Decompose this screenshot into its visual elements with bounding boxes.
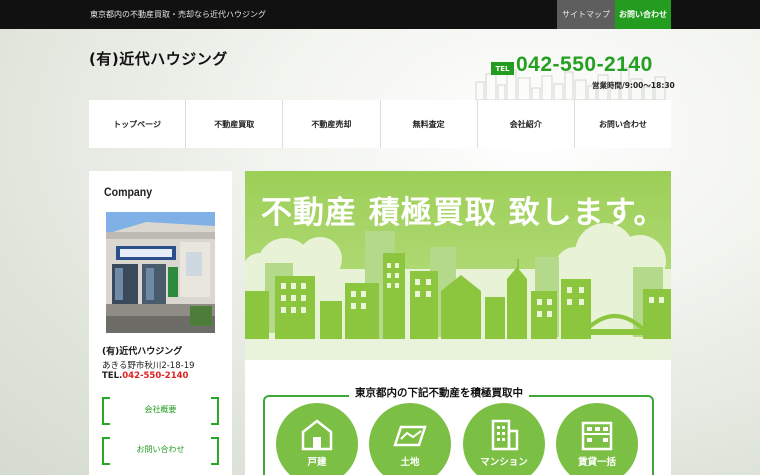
- main-navigation: トップページ 不動産買取 不動産売却 無料査定 会社紹介 お問い合わせ: [89, 100, 671, 148]
- nav-item-free-appraisal[interactable]: 無料査定: [381, 100, 478, 148]
- house-icon: [301, 419, 333, 451]
- business-hours: 営業時間/9:00～18:30: [592, 81, 675, 90]
- sitemap-button[interactable]: サイトマップ: [557, 0, 615, 29]
- land-icon: [393, 425, 427, 447]
- storefront-photo: [106, 212, 215, 333]
- category-label: 土地: [400, 457, 420, 468]
- hero-title: 不動産 積極買取 致します。: [261, 195, 666, 231]
- header-phone-number[interactable]: 042-550-2140: [516, 53, 653, 77]
- site-title[interactable]: (有)近代ハウジング: [89, 48, 228, 69]
- sidebar-address: あきる野市秋川2-18-19: [102, 361, 195, 371]
- category-rental-bulk[interactable]: 賃貸一括: [556, 403, 638, 475]
- sidebar-tel-number[interactable]: 042-550-2140: [122, 371, 188, 381]
- nav-item-top[interactable]: トップページ: [89, 100, 187, 148]
- tel-badge: TEL: [491, 62, 514, 75]
- category-land[interactable]: 土地: [369, 403, 451, 475]
- sidebar-phone: TEL.042-550-2140: [102, 371, 188, 381]
- sidebar-company-name: (有)近代ハウジング: [102, 347, 183, 357]
- property-types-title: 東京都内の下記不動産を積極買取中: [349, 385, 529, 400]
- category-detached-house[interactable]: 戸建: [276, 403, 358, 475]
- main-content: 不動産 積極買取 致します。 東京都内の下記不動産を積極買取中 戸建 土地 マン…: [245, 171, 671, 475]
- nav-item-company[interactable]: 会社紹介: [478, 100, 575, 148]
- sidebar-heading: Company: [104, 185, 153, 199]
- sidebar: Company (有)近代ハウジング あきる野市秋川2-18-19 TEL.04…: [89, 171, 232, 475]
- category-label: マンション: [480, 457, 528, 468]
- category-mansion[interactable]: マンション: [463, 403, 545, 475]
- nav-item-sale[interactable]: 不動産売却: [283, 100, 381, 148]
- sidebar-tel-prefix: TEL.: [102, 371, 123, 381]
- company-profile-button[interactable]: 会社概要: [102, 397, 219, 425]
- site-tagline: 東京都内の不動産買取・売却なら近代ハウジング: [90, 10, 266, 19]
- category-label: 戸建: [307, 457, 327, 468]
- building-icon: [491, 419, 519, 451]
- hero-banner: 不動産 積極買取 致します。: [245, 171, 671, 360]
- top-bar: 東京都内の不動産買取・売却なら近代ハウジング サイトマップ お問い合わせ: [0, 0, 760, 29]
- apartment-icon: [581, 421, 613, 451]
- nav-item-purchase[interactable]: 不動産買取: [186, 100, 284, 148]
- category-label: 賃貸一括: [577, 457, 616, 468]
- top-contact-button[interactable]: お問い合わせ: [615, 0, 671, 29]
- nav-item-contact[interactable]: お問い合わせ: [575, 100, 671, 148]
- sidebar-contact-button[interactable]: お問い合わせ: [102, 437, 219, 465]
